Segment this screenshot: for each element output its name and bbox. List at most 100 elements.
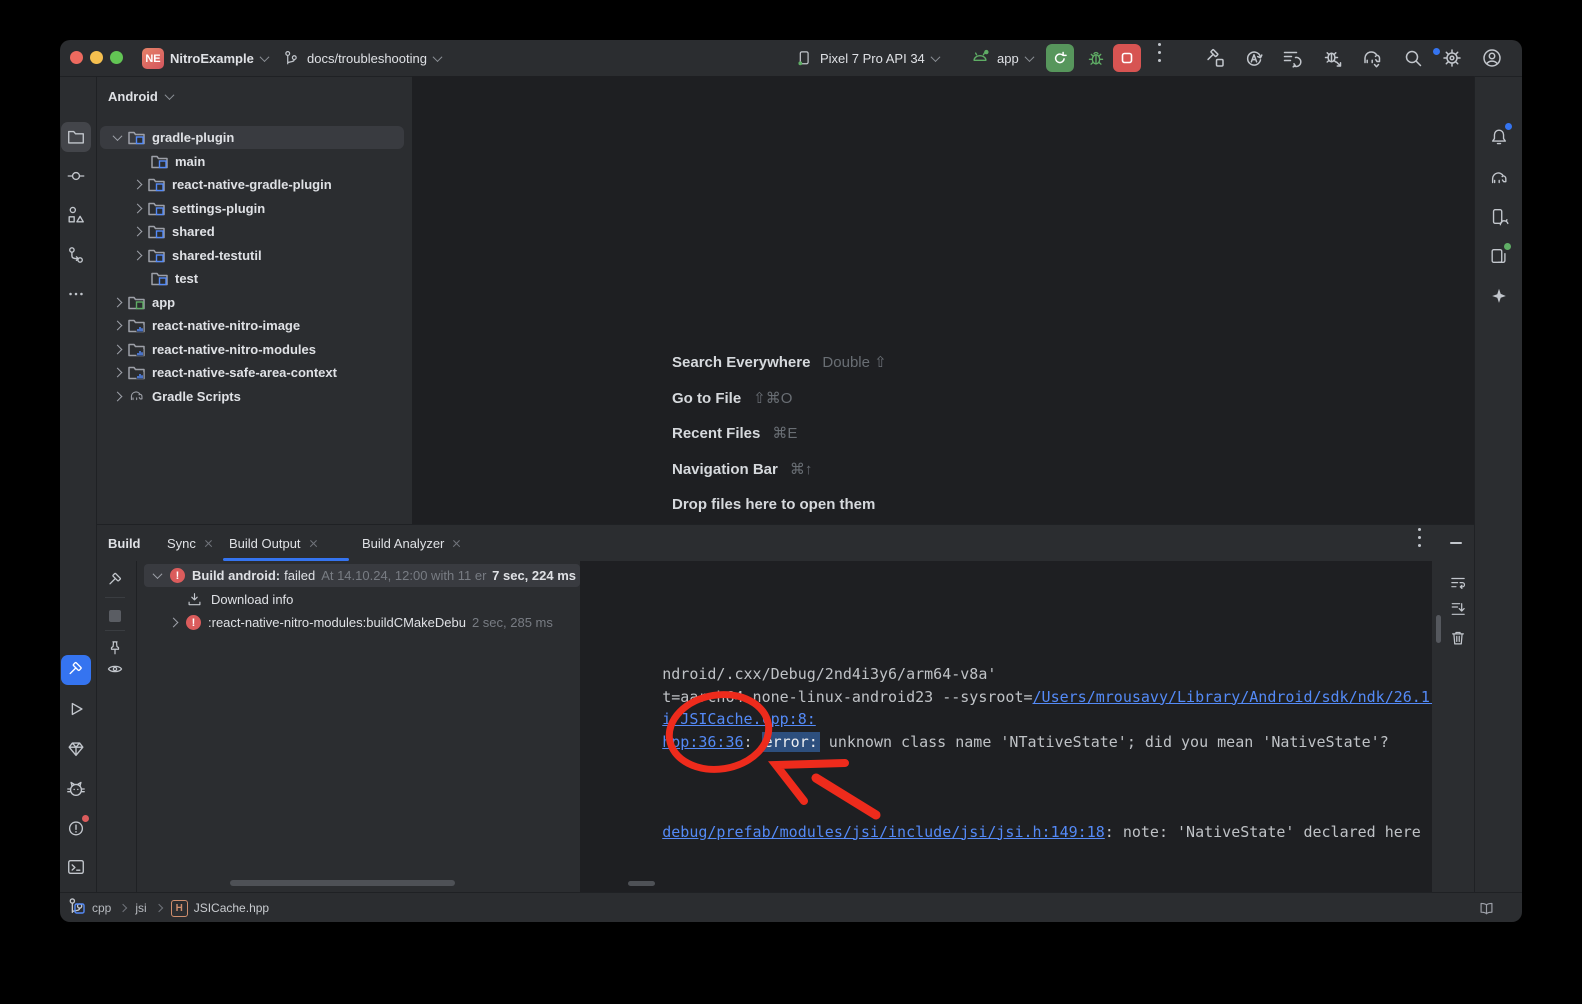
tool-terminal[interactable] <box>61 852 91 882</box>
run-more-actions-kebab[interactable] <box>1158 40 1161 76</box>
build-download-info-row[interactable]: Download info <box>144 588 580 611</box>
console-horizontal-scrollbar[interactable] <box>628 881 655 886</box>
panel-divider <box>136 561 137 893</box>
soft-wrap-button[interactable] <box>1444 569 1472 597</box>
chevron-right-icon[interactable] <box>133 250 143 260</box>
chevron-right-icon[interactable] <box>113 391 123 401</box>
reader-mode-button[interactable] <box>1472 894 1500 922</box>
project-selector[interactable]: NitroExample <box>170 40 268 76</box>
apply-changes-button[interactable] <box>1243 40 1265 76</box>
rerun-button[interactable] <box>1046 44 1074 72</box>
breadcrumb-file[interactable]: JSICache.hpp <box>194 901 269 915</box>
tree-item-react-native-safe-area-context[interactable]: react-native-safe-area-context <box>100 361 404 384</box>
module-icon <box>148 201 165 216</box>
build-project-button[interactable] <box>1204 40 1226 76</box>
tool-pull-requests[interactable] <box>61 240 91 270</box>
tool-structure[interactable] <box>61 200 91 230</box>
view-options-button[interactable] <box>101 655 129 683</box>
tool-run[interactable] <box>61 694 91 724</box>
chevron-right-icon[interactable] <box>133 203 143 213</box>
clear-console-button[interactable] <box>1444 624 1472 652</box>
search-everywhere-button[interactable] <box>1402 40 1424 76</box>
tree-item-react-native-gradle-plugin[interactable]: react-native-gradle-plugin <box>100 173 404 196</box>
macos-close-button[interactable] <box>70 51 83 64</box>
apply-code-changes-button[interactable] <box>1281 40 1303 76</box>
build-root-row[interactable]: Build android: failed At 14.10.24, 12:00… <box>144 564 580 587</box>
tree-item-main[interactable]: main <box>100 150 404 173</box>
tool-app-quality-insights[interactable] <box>61 734 91 764</box>
file-link[interactable]: /Users/mrousavy/Library/Android/sdk/ndk/… <box>1033 688 1432 706</box>
run-config-selector[interactable]: app <box>970 40 1033 76</box>
device-selector[interactable]: Pixel 7 Pro API 34 <box>795 40 939 76</box>
scroll-to-end-button[interactable] <box>1444 595 1472 623</box>
close-icon[interactable] <box>309 539 318 548</box>
tree-item-gradle-scripts[interactable]: Gradle Scripts <box>100 385 404 408</box>
rerun-build-button[interactable] <box>101 566 129 594</box>
tree-horizontal-scrollbar[interactable] <box>230 880 455 886</box>
attach-debugger-button[interactable] <box>1322 40 1344 76</box>
desktop-background: NE NitroExample docs/troubleshooting Pix… <box>0 0 1582 1004</box>
tab-sync[interactable]: Sync <box>167 525 213 561</box>
tree-item-react-native-nitro-modules[interactable]: react-native-nitro-modules <box>100 338 404 361</box>
chevron-right-icon[interactable] <box>113 368 123 378</box>
stop-build-button-disabled[interactable] <box>101 602 129 630</box>
tool-gradle[interactable] <box>1484 163 1514 193</box>
console-vertical-scrollbar[interactable] <box>1436 615 1441 643</box>
tool-commit[interactable] <box>61 161 91 191</box>
gradle-sync-button[interactable] <box>1361 40 1383 76</box>
macos-zoom-button[interactable] <box>110 51 123 64</box>
chevron-down-icon[interactable] <box>153 569 163 579</box>
debug-button[interactable] <box>1082 44 1110 72</box>
chevron-right-icon[interactable] <box>113 344 123 354</box>
folder-square-icon <box>74 903 85 914</box>
chevron-right-icon[interactable] <box>169 618 179 628</box>
close-icon[interactable] <box>452 539 461 548</box>
chevron-down-icon[interactable] <box>113 131 123 141</box>
chevron-right-icon[interactable] <box>133 180 143 190</box>
tree-item-test[interactable]: test <box>100 267 404 290</box>
branch-selector[interactable]: docs/troubleshooting <box>282 40 441 76</box>
build-tool-window: Build Sync Build Output Build Analyzer <box>96 524 1474 893</box>
tool-build[interactable] <box>61 655 91 685</box>
stop-button[interactable] <box>1113 44 1141 72</box>
tool-problems[interactable] <box>61 813 91 843</box>
tool-logcat[interactable] <box>61 774 91 804</box>
module-icon <box>151 154 168 169</box>
console-line: ndroid/.cxx/Debug/2nd4i3y6/arm64-v8a' <box>590 647 996 669</box>
tab-build-analyzer[interactable]: Build Analyzer <box>362 525 461 561</box>
file-link[interactable]: debug/prefab/modules/jsi/include/jsi/jsi… <box>662 823 1105 841</box>
tree-item-app[interactable]: app <box>100 291 404 314</box>
build-cmake-task-row[interactable]: :react-native-nitro-modules:buildCMakeDe… <box>144 611 580 634</box>
build-options-kebab[interactable] <box>1418 525 1421 561</box>
tool-notifications[interactable] <box>1484 122 1514 152</box>
chevron-right-icon[interactable] <box>113 297 123 307</box>
profile-button[interactable] <box>1481 40 1503 76</box>
tree-item-react-native-nitro-image[interactable]: react-native-nitro-image <box>100 314 404 337</box>
tree-item-gradle-plugin[interactable]: gradle-plugin <box>100 126 404 149</box>
chevron-down-icon <box>930 52 940 62</box>
tree-item-settings-plugin[interactable]: settings-plugin <box>100 197 404 220</box>
tab-build-output[interactable]: Build Output <box>229 525 318 561</box>
tool-running-devices[interactable] <box>1484 241 1514 271</box>
macos-minimize-button[interactable] <box>90 51 103 64</box>
console-line: hpp:36:36: error: unknown class name 'NT… <box>590 715 1389 737</box>
chevron-right-icon[interactable] <box>113 321 123 331</box>
tree-item-shared[interactable]: shared <box>100 220 404 243</box>
hide-tool-window-button[interactable] <box>1442 529 1470 557</box>
file-link[interactable]: hpp:36:36 <box>662 733 743 751</box>
tool-gemini[interactable] <box>1484 281 1514 311</box>
tool-project[interactable] <box>61 122 91 152</box>
close-icon[interactable] <box>204 539 213 548</box>
tree-item-shared-testutil[interactable]: shared-testutil <box>100 244 404 267</box>
notifications-dot <box>1505 123 1512 130</box>
device-manager-icon <box>1489 207 1509 227</box>
tool-more[interactable] <box>61 279 91 309</box>
settings-button[interactable] <box>1441 40 1463 76</box>
breadcrumb-cpp[interactable]: cpp <box>92 901 111 915</box>
project-view-selector[interactable]: Android <box>108 76 173 116</box>
search-icon <box>1402 47 1424 69</box>
tool-device-manager[interactable] <box>1484 202 1514 232</box>
scroll-to-end-icon <box>1449 600 1467 618</box>
breadcrumb-jsi[interactable]: jsi <box>135 901 146 915</box>
chevron-right-icon[interactable] <box>133 227 143 237</box>
